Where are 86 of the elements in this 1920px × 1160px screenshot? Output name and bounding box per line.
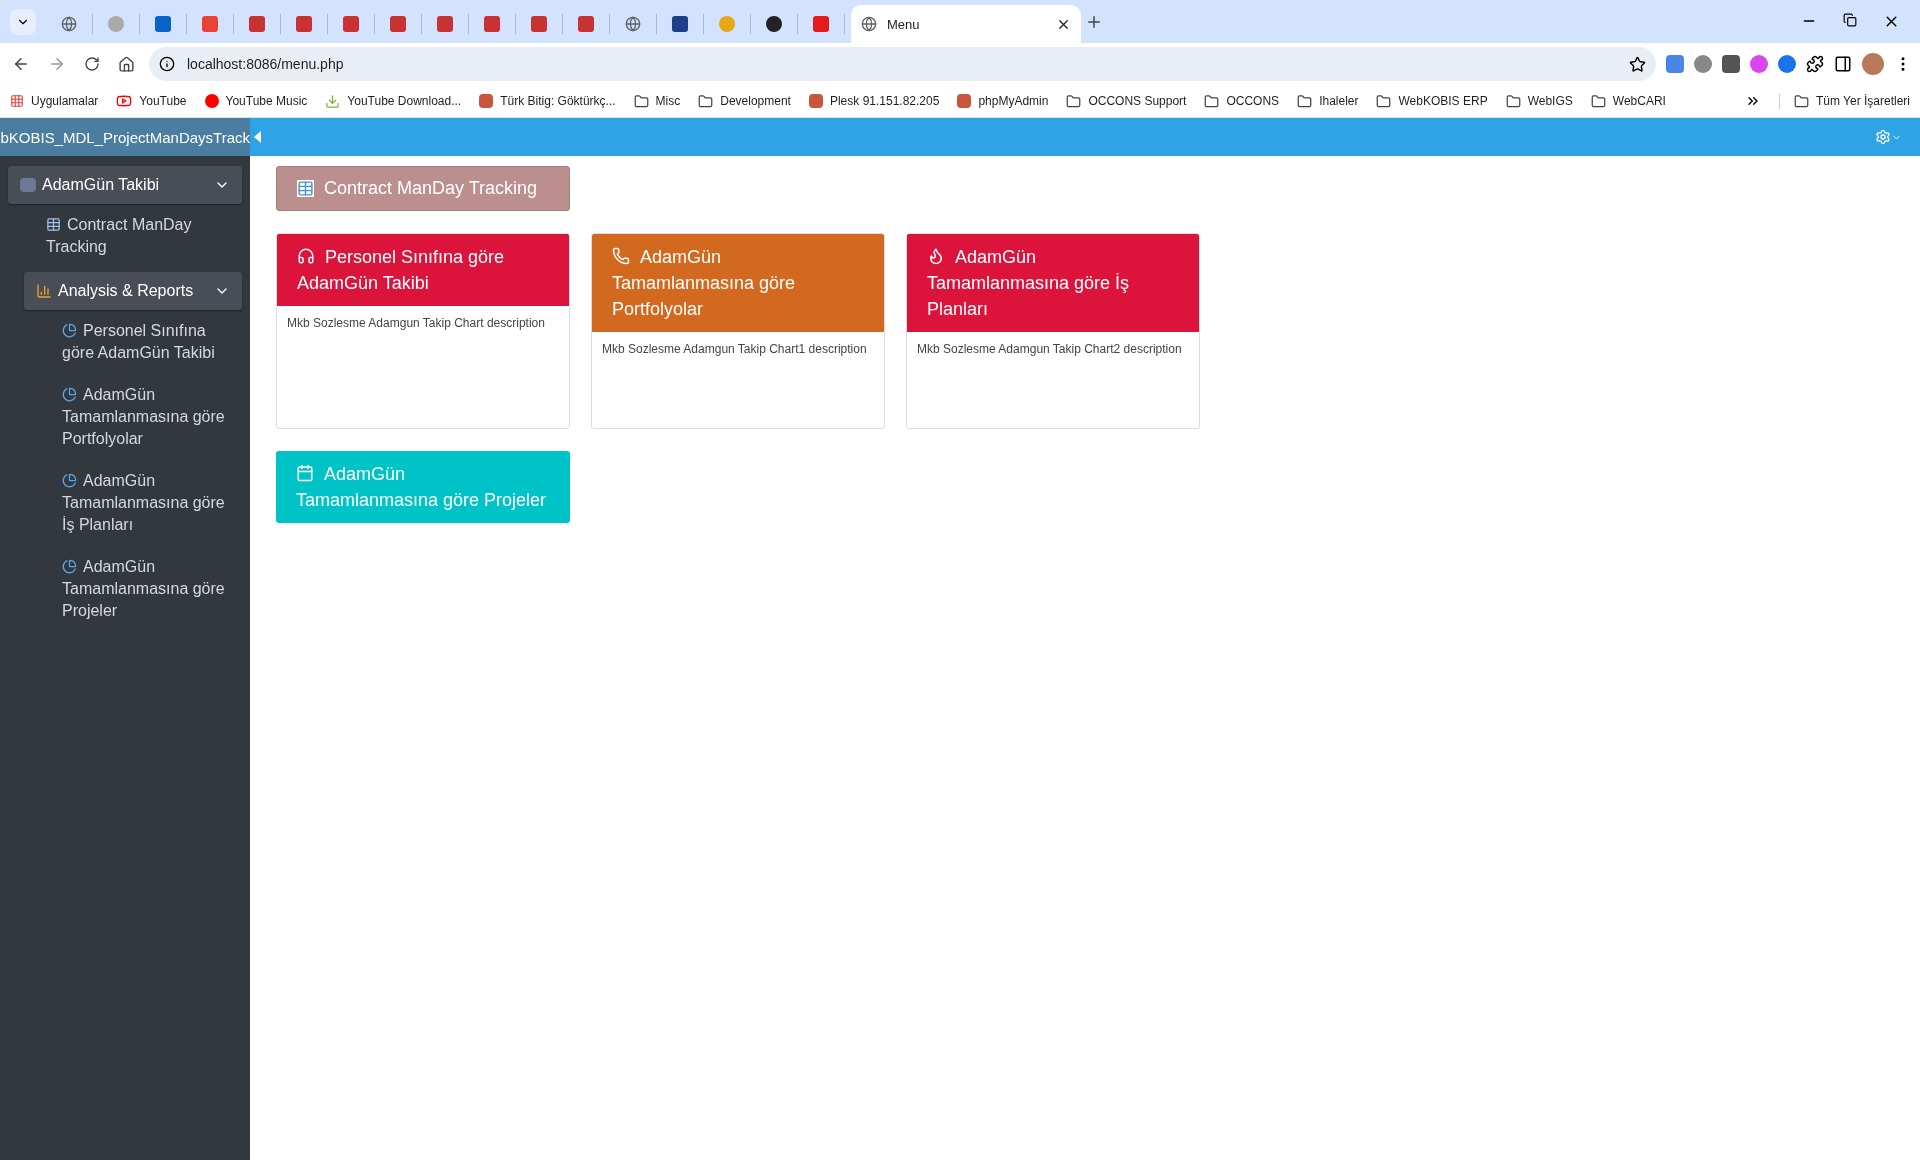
folder-icon bbox=[1376, 93, 1392, 109]
bookmark-link[interactable]: WebCARI bbox=[1590, 93, 1666, 109]
forward-arrow-icon bbox=[48, 55, 66, 73]
apps-grid-icon bbox=[10, 94, 24, 108]
bookmark-link[interactable]: Plesk 91.151.82.205 bbox=[808, 94, 940, 108]
download-arrow-icon bbox=[325, 93, 341, 109]
bookmark-link[interactable]: OCCONS Support bbox=[1066, 93, 1187, 109]
favicon-icon bbox=[766, 15, 782, 32]
folder-icon bbox=[1793, 93, 1809, 109]
app-title: bKOBIS_MDL_ProjectManDaysTrack bbox=[0, 118, 250, 156]
bookmark-link[interactable]: Uygulamalar bbox=[10, 94, 99, 108]
card-description: Mkb Sozlesme Adamgun Takip Chart1 description bbox=[601, 341, 868, 358]
favicon-icon bbox=[719, 15, 735, 32]
headphones-icon bbox=[297, 247, 315, 265]
flame-icon bbox=[927, 247, 945, 265]
card-title-link[interactable]: AdamGün Tamamlanmasına göre İş Planları bbox=[907, 234, 1199, 332]
folder-icon bbox=[1297, 93, 1313, 109]
sidebar-group[interactable]: AdamGün Takibi bbox=[8, 166, 242, 204]
favicon-icon bbox=[155, 15, 171, 32]
browser-tab[interactable]: Menu bbox=[851, 5, 1081, 43]
favicon-icon bbox=[296, 15, 312, 32]
table-icon bbox=[46, 217, 61, 232]
folder-icon bbox=[698, 93, 714, 109]
favicon-icon bbox=[108, 15, 124, 32]
folder-icon bbox=[1590, 93, 1606, 109]
favicon-icon bbox=[202, 15, 218, 32]
bookmark-link[interactable]: Tüm Yer İşaretleri bbox=[1778, 93, 1910, 109]
bookmark-link[interactable]: WebIGS bbox=[1505, 93, 1573, 109]
pie-chart-icon bbox=[62, 387, 77, 402]
table-icon bbox=[297, 180, 314, 197]
pie-chart-icon bbox=[62, 559, 77, 574]
bookmark-link[interactable]: Türk Bitig: Göktürkç... bbox=[479, 94, 616, 108]
reload-icon bbox=[84, 56, 100, 72]
card-title-link[interactable]: Personel Sınıfına göre AdamGün Takibi bbox=[277, 234, 569, 306]
site-favicon-icon bbox=[957, 94, 972, 108]
folder-icon bbox=[1066, 93, 1082, 109]
favicon-icon bbox=[437, 15, 453, 32]
folder-icon bbox=[1204, 93, 1220, 109]
calendar-icon bbox=[296, 464, 314, 482]
folder-icon bbox=[633, 93, 649, 109]
home-icon bbox=[118, 55, 135, 73]
bookmark-star-icon[interactable] bbox=[1629, 55, 1646, 73]
favicon-icon bbox=[249, 15, 265, 32]
site-info-icon[interactable] bbox=[159, 56, 175, 72]
sidebar-item[interactable]: AdamGün Tamamlanmasına göre Portfolyolar bbox=[8, 378, 242, 460]
favicon-icon bbox=[531, 15, 547, 32]
settings-icon bbox=[1875, 129, 1891, 145]
extensions-icon[interactable] bbox=[1806, 55, 1824, 73]
bookmark-link[interactable]: OCCONS bbox=[1204, 93, 1280, 109]
card-title-link[interactable]: AdamGün Tamamlanmasına göre Portfolyolar bbox=[592, 234, 884, 332]
pie-chart-icon bbox=[62, 323, 77, 338]
restore-icon[interactable] bbox=[1843, 13, 1857, 27]
sidebar-item[interactable]: Contract ManDay Tracking bbox=[8, 208, 242, 268]
sidebar-item[interactable]: AdamGün Tamamlanmasına göre Projeler bbox=[8, 550, 242, 632]
favicon-icon bbox=[343, 15, 359, 32]
sidebar-group[interactable]: Analysis & Reports bbox=[24, 272, 242, 310]
bookmark-link[interactable]: Development bbox=[698, 93, 791, 109]
sidebar-item[interactable]: AdamGün Tamamlanmasına göre İş Planları bbox=[8, 464, 242, 546]
favicon-icon bbox=[484, 15, 500, 32]
side-panel-icon[interactable] bbox=[1834, 55, 1852, 73]
phone-icon bbox=[612, 247, 630, 265]
favicon-icon bbox=[390, 15, 406, 32]
bookmark-link[interactable]: phpMyAdmin bbox=[957, 94, 1049, 108]
sidebar-item[interactable]: Personel Sınıfına göre AdamGün Takibi bbox=[8, 314, 242, 374]
pie-chart-icon bbox=[62, 473, 77, 488]
site-favicon-icon bbox=[808, 94, 823, 108]
card-description: Mkb Sozlesme Adamgun Takip Chart2 description bbox=[916, 341, 1183, 358]
favicon-icon bbox=[813, 15, 829, 32]
video-play-icon bbox=[116, 93, 133, 109]
caret-left-icon bbox=[254, 131, 262, 143]
bookmark-link[interactable]: YouTube Music bbox=[204, 94, 308, 108]
bookmark-link[interactable]: Ihaleler bbox=[1297, 93, 1359, 109]
folder-icon bbox=[1505, 93, 1521, 109]
globe-icon bbox=[61, 15, 77, 32]
bookmark-link[interactable]: Misc bbox=[633, 93, 681, 109]
site-favicon-icon bbox=[479, 94, 494, 108]
globe-icon bbox=[625, 15, 641, 32]
globe-icon bbox=[861, 16, 877, 32]
bookmark-link[interactable]: WebKOBIS ERP bbox=[1376, 93, 1488, 109]
bookmark-link[interactable]: YouTube Download... bbox=[325, 93, 462, 109]
favicon-icon bbox=[672, 15, 688, 32]
bookmark-link[interactable]: YouTube bbox=[116, 93, 187, 109]
bar-chart-icon bbox=[36, 283, 52, 299]
avatar-icon[interactable] bbox=[1862, 53, 1884, 75]
card-description: Mkb Sozlesme Adamgun Takip Chart description bbox=[286, 315, 546, 332]
favicon-icon bbox=[578, 15, 594, 32]
